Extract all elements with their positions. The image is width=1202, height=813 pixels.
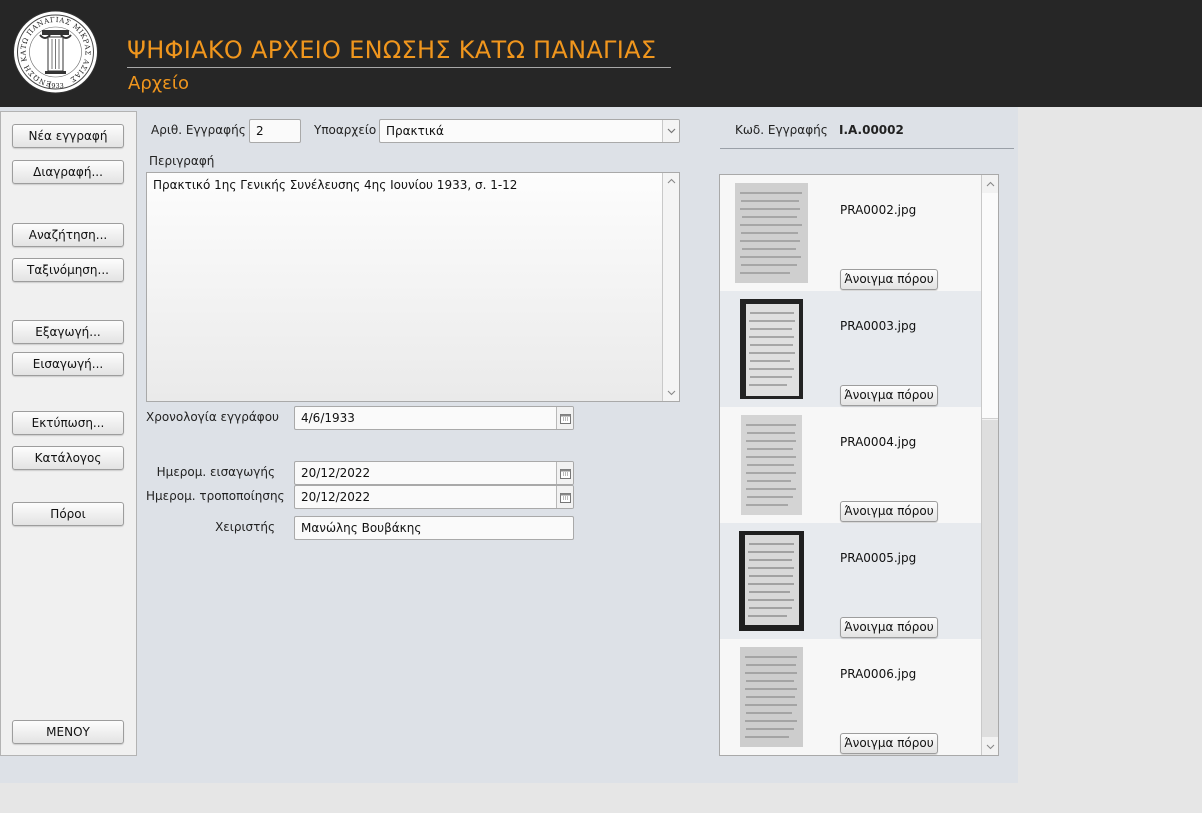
list-item: PRA0002.jpg Άνοιγμα πόρου (720, 175, 982, 291)
open-resource-button[interactable]: Άνοιγμα πόρου (840, 501, 938, 522)
entry-date-value: 20/12/2022 (301, 466, 371, 480)
doc-date-value: 4/6/1933 (301, 411, 355, 425)
resource-thumbnail[interactable] (740, 647, 803, 747)
description-text: Πρακτικό 1ης Γενικής Συνέλευσης 4ης Ιουν… (153, 178, 518, 192)
resource-thumbnail[interactable] (740, 299, 803, 399)
open-resource-button[interactable]: Άνοιγμα πόρου (840, 733, 938, 754)
list-item: PRA0003.jpg Άνοιγμα πόρου (720, 291, 982, 407)
resource-filename: PRA0002.jpg (840, 203, 917, 217)
list-item: PRA0005.jpg Άνοιγμα πόρου (720, 523, 982, 639)
doc-date-field[interactable]: 4/6/1933 (294, 406, 574, 430)
page-subtitle: Αρχείο (128, 73, 189, 94)
resource-filename: PRA0005.jpg (840, 551, 917, 565)
sort-button[interactable]: Ταξινόμηση... (12, 258, 124, 282)
resources-button[interactable]: Πόροι (12, 502, 124, 526)
resource-thumbnail[interactable] (739, 531, 804, 631)
app-title: ΨΗΦΙΑΚΟ ΑΡΧΕΙΟ ΕΝΩΣΗΣ ΚΑΤΩ ΠΑΝΑΓΙΑΣ (127, 36, 657, 64)
chevron-down-icon[interactable] (662, 120, 679, 142)
open-resource-button[interactable]: Άνοιγμα πόρου (840, 385, 938, 406)
delete-button[interactable]: Διαγραφή... (12, 160, 124, 184)
description-scrollbar[interactable] (662, 173, 679, 401)
subarchive-label: Υποαρχείο (314, 123, 377, 137)
association-logo: ΕΝΩΣΗ ΚΑΤΩ ΠΑΝΑΓΙΑΣ ΜΙΚΡΑΣ ΑΣΙΑΣ 1933 (13, 10, 98, 94)
print-button[interactable]: Εκτύπωση... (12, 411, 124, 435)
record-number-field[interactable]: 2 (249, 119, 301, 143)
entry-date-label: Ημερομ. εισαγωγής (156, 465, 275, 479)
sidebar: Νέα εγγραφή Διαγραφή... Αναζήτηση... Ταξ… (0, 111, 137, 756)
new-record-button[interactable]: Νέα εγγραφή (12, 124, 124, 148)
description-label: Περιγραφή (149, 154, 215, 168)
scrollbar-thumb[interactable] (982, 193, 998, 419)
export-button[interactable]: Εξαγωγή... (12, 320, 124, 344)
scroll-down-icon[interactable] (982, 738, 998, 755)
subarchive-select[interactable]: Πρακτικά (379, 119, 680, 143)
record-number-label: Αριθ. Εγγραφής (151, 123, 246, 137)
subarchive-value: Πρακτικά (386, 124, 444, 138)
open-resource-button[interactable]: Άνοιγμα πόρου (840, 269, 938, 290)
resource-filename: PRA0004.jpg (840, 435, 917, 449)
scroll-up-icon[interactable] (663, 173, 679, 189)
list-item: PRA0006.jpg Άνοιγμα πόρου (720, 639, 982, 755)
catalog-button[interactable]: Κατάλογος (12, 446, 124, 470)
handler-field[interactable]: Μανώλης Βουβάκης (294, 516, 574, 540)
modified-date-field[interactable]: 20/12/2022 (294, 485, 574, 509)
resource-thumbnail[interactable] (741, 415, 802, 515)
scrollbar-track[interactable] (982, 420, 998, 737)
calendar-icon[interactable] (556, 462, 573, 484)
record-code-label: Κωδ. Εγγραφής (735, 123, 828, 137)
description-textarea[interactable]: Πρακτικό 1ης Γενικής Συνέλευσης 4ης Ιουν… (146, 172, 680, 402)
search-button[interactable]: Αναζήτηση... (12, 223, 124, 247)
menu-button[interactable]: ΜΕΝΟΥ (12, 720, 124, 744)
modified-date-label: Ημερομ. τροποποίησης (146, 489, 285, 503)
header-separator (720, 148, 1014, 149)
resources-scrollbar[interactable] (981, 175, 998, 755)
resource-thumbnail[interactable] (735, 183, 808, 283)
open-resource-button[interactable]: Άνοιγμα πόρου (840, 617, 938, 638)
import-button[interactable]: Εισαγωγή... (12, 352, 124, 376)
doc-date-label: Χρονολογία εγγράφου (146, 410, 279, 424)
entry-date-field[interactable]: 20/12/2022 (294, 461, 574, 485)
calendar-icon[interactable] (556, 486, 573, 508)
resource-filename: PRA0003.jpg (840, 319, 917, 333)
resource-filename: PRA0006.jpg (840, 667, 917, 681)
scroll-up-icon[interactable] (982, 175, 998, 192)
record-code-value: I.A.00002 (839, 123, 904, 137)
calendar-icon[interactable] (556, 407, 573, 429)
app-header: ΕΝΩΣΗ ΚΑΤΩ ΠΑΝΑΓΙΑΣ ΜΙΚΡΑΣ ΑΣΙΑΣ 1933 ΨΗ… (0, 0, 1202, 107)
resources-list: PRA0002.jpg Άνοιγμα πόρου PRA0003.jpg Άν… (719, 174, 999, 756)
title-divider (127, 67, 671, 68)
handler-label: Χειριστής (215, 520, 275, 534)
list-item: PRA0004.jpg Άνοιγμα πόρου (720, 407, 982, 523)
logo-year: 1933 (47, 82, 64, 90)
modified-date-value: 20/12/2022 (301, 490, 371, 504)
scroll-down-icon[interactable] (663, 385, 679, 401)
